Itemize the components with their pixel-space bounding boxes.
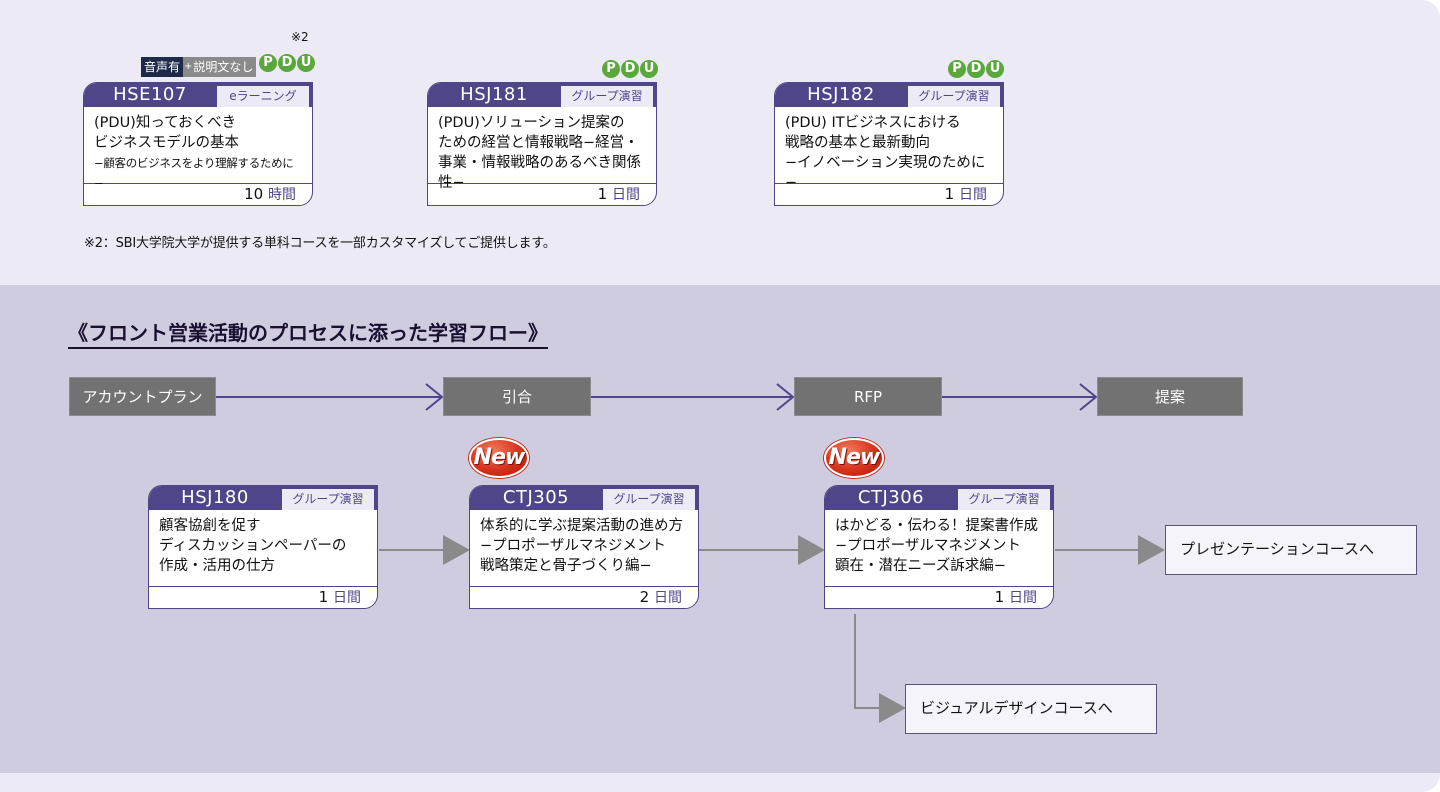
course-type: eラーニング [216, 85, 310, 107]
duration-value: 1 [318, 588, 329, 606]
course-duration: 1 日間 [775, 183, 1003, 205]
course-card-hsj180[interactable]: HSJ180 グループ演習 顧客協創を促す ディスカッションペーパーの 作成・活… [148, 485, 378, 609]
course-title: はかどる・伝わる！提案書作成 −プロポーザルマネジメント 顕在・潜在ニーズ訴求編… [825, 510, 1053, 586]
pdu-letter: U [640, 60, 658, 78]
new-badge: New [469, 438, 529, 478]
pdu-badge: P D U [948, 60, 1004, 80]
title-line: はかどる・伝わる！提案書作成 [835, 518, 1038, 534]
stage-rfp: RFP [794, 377, 942, 416]
card-header: HSJ181 グループ演習 [428, 83, 656, 107]
stage-proposal: 提案 [1097, 377, 1243, 416]
pdu-letter: P [259, 54, 277, 72]
pdu-letter: D [278, 54, 296, 72]
duration-value: 1 [944, 185, 955, 203]
title-line: −プロポーザルマネジメント [835, 538, 1021, 554]
duration-unit: 日間 [959, 187, 987, 203]
course-type: グループ演習 [281, 488, 375, 510]
course-card-hsj181[interactable]: HSJ181 グループ演習 (PDU)ソリューション提案の ための経営と情報戦略… [427, 82, 657, 206]
title-line: 体系的に学ぶ提案活動の進め方 [480, 518, 683, 534]
stage-inquiry: 引合 [443, 377, 591, 416]
card-header: HSJ182 グループ演習 [775, 83, 1003, 107]
card-header: CTJ306 グループ演習 [825, 486, 1053, 510]
course-title: (PDU)知っておくべき ビジネスモデルの基本 −顧客のビジネスをより理解するた… [84, 107, 312, 190]
course-code: HSJ180 [181, 487, 249, 508]
course-card-hsj182[interactable]: HSJ182 グループ演習 (PDU) ITビジネスにおける 戦略の基本と最新動… [774, 82, 1004, 206]
pdu-badge: P D U [602, 60, 658, 80]
course-duration: 10 時間 [84, 183, 312, 205]
pdu-letter: U [297, 54, 315, 72]
pdu-letter: P [948, 60, 966, 78]
pdu-letter: D [621, 60, 639, 78]
duration-unit: 日間 [612, 187, 640, 203]
pdu-badge: P D U [259, 54, 315, 74]
course-code: CTJ306 [857, 487, 925, 508]
title-line: ビジネスモデルの基本 [94, 135, 239, 151]
course-code: CTJ305 [502, 487, 570, 508]
course-card-ctj305[interactable]: CTJ305 グループ演習 体系的に学ぶ提案活動の進め方 −プロポーザルマネジメ… [469, 485, 699, 609]
duration-value: 1 [994, 588, 1005, 606]
course-card-hse107[interactable]: HSE107 eラーニング (PDU)知っておくべき ビジネスモデルの基本 −顧… [83, 82, 313, 206]
footnote: ※2：SBI大学院大学が提供する単科コースを一部カスタマイズしてご提供します。 [84, 236, 556, 251]
course-duration: 1 日間 [149, 586, 377, 608]
title-line: 作成・活用の仕方 [159, 558, 275, 574]
course-title: (PDU)ソリューション提案の ための経営と情報戦略−経営・ 事業・情報戦略のあ… [428, 107, 656, 191]
pdu-letter: D [967, 60, 985, 78]
course-type: グループ演習 [602, 488, 696, 510]
duration-unit: 日間 [654, 590, 682, 606]
title-line: (PDU)知っておくべき [94, 115, 237, 131]
pdu-letter: U [986, 60, 1004, 78]
course-title: (PDU) ITビジネスにおける 戦略の基本と最新動向 −イノベーション実現のた… [775, 107, 1003, 191]
duration-value: 1 [597, 185, 608, 203]
title-line: 顕在・潜在ニーズ訴求編− [835, 558, 1006, 574]
bottom-strip [0, 773, 1440, 792]
title-line: 顧客協創を促す [159, 518, 261, 534]
note-mark: ※2 [291, 30, 309, 44]
pdu-letter: P [602, 60, 620, 78]
course-type: グループ演習 [560, 85, 654, 107]
duration-unit: 日間 [333, 590, 361, 606]
stage-account-plan: アカウントプラン [69, 377, 216, 416]
course-title: 顧客協創を促す ディスカッションペーパーの 作成・活用の仕方 [149, 510, 377, 586]
audio-label: 音声有 [141, 57, 184, 77]
course-code: HSJ181 [460, 84, 528, 105]
course-type: グループ演習 [957, 488, 1051, 510]
course-card-ctj306[interactable]: CTJ306 グループ演習 はかどる・伝わる！提案書作成 −プロポーザルマネジメ… [824, 485, 1054, 609]
duration-unit: 日間 [1009, 590, 1037, 606]
course-code: HSE107 [113, 84, 187, 105]
flow-title: 《フロント営業活動のプロセスに添った学習フロー》 [68, 320, 548, 349]
no-caption-label: 説明文なし [193, 57, 257, 77]
title-line: (PDU) ITビジネスにおける [785, 115, 961, 131]
course-duration: 1 日間 [825, 586, 1053, 608]
course-type: グループ演習 [907, 85, 1001, 107]
card-header: CTJ305 グループ演習 [470, 486, 698, 510]
card-header: HSJ180 グループ演習 [149, 486, 377, 510]
audio-plus: + [183, 57, 194, 77]
title-line: ディスカッションペーパーの [159, 538, 347, 554]
audio-tag: 音声有 + 説明文なし [141, 57, 257, 77]
card-header: HSE107 eラーニング [84, 83, 312, 107]
title-line: (PDU)ソリューション提案の [438, 115, 625, 131]
title-line: ための経営と情報戦略−経営・ [438, 135, 639, 151]
presentation-course-link[interactable]: プレゼンテーションコースへ [1165, 525, 1417, 575]
title-line: 戦略の基本と最新動向 [785, 135, 930, 151]
course-title: 体系的に学ぶ提案活動の進め方 −プロポーザルマネジメント 戦略策定と骨子づくり編… [470, 510, 698, 586]
course-duration: 2 日間 [470, 586, 698, 608]
title-line: −プロポーザルマネジメント [480, 538, 666, 554]
title-line: 戦略策定と骨子づくり編− [480, 558, 652, 574]
duration-value: 10 [244, 185, 264, 203]
new-badge: New [824, 438, 884, 478]
course-code: HSJ182 [807, 84, 875, 105]
visual-design-course-link[interactable]: ビジュアルデザインコースへ [905, 684, 1157, 734]
duration-value: 2 [639, 588, 650, 606]
duration-unit: 時間 [268, 187, 296, 203]
